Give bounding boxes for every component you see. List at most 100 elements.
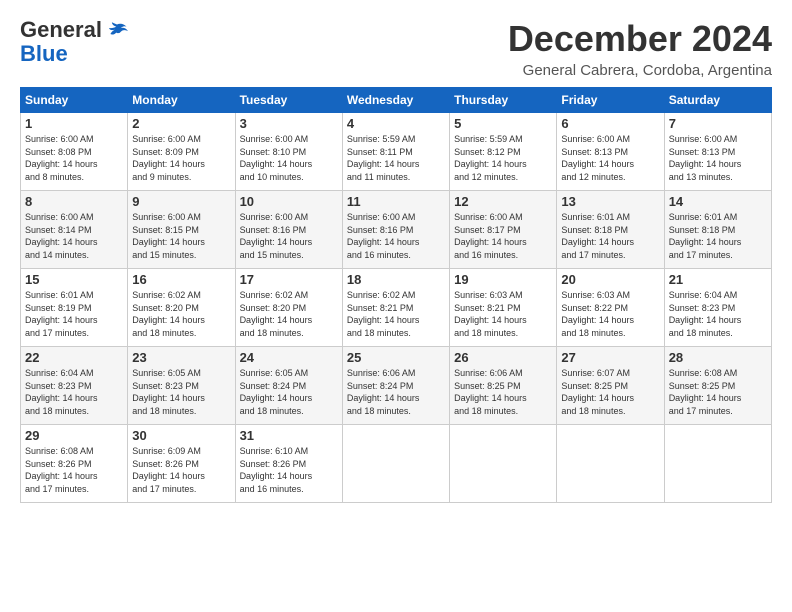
calendar-cell: 5Sunrise: 5:59 AM Sunset: 8:12 PM Daylig… <box>450 113 557 191</box>
calendar-cell: 8Sunrise: 6:00 AM Sunset: 8:14 PM Daylig… <box>21 191 128 269</box>
day-number: 16 <box>132 272 230 287</box>
day-number: 18 <box>347 272 445 287</box>
day-info: Sunrise: 6:05 AM Sunset: 8:24 PM Dayligh… <box>240 367 338 417</box>
calendar-cell: 2Sunrise: 6:00 AM Sunset: 8:09 PM Daylig… <box>128 113 235 191</box>
calendar-cell <box>557 425 664 503</box>
calendar-week-row: 1 Sunrise: 6:00 AM Sunset: 8:08 PM Daylig… <box>21 113 772 191</box>
calendar-cell: 6 Sunrise: 6:00 AM Sunset: 8:13 PM Daylig… <box>557 113 664 191</box>
day-number: 10 <box>240 194 338 209</box>
day-info: Sunrise: 6:05 AM Sunset: 8:23 PM Dayligh… <box>132 367 230 417</box>
day-info: Sunrise: 6:06 AM Sunset: 8:25 PM Dayligh… <box>454 367 552 417</box>
day-number: 4 <box>347 116 445 131</box>
calendar-cell: 31 Sunrise: 6:10 AM Sunset: 8:26 PM Dayli… <box>235 425 342 503</box>
day-info: Sunrise: 6:01 AM Sunset: 8:19 PM Dayligh… <box>25 289 123 339</box>
col-sunday: Sunday <box>21 88 128 113</box>
day-info: Sunrise: 6:07 AM Sunset: 8:25 PM Dayligh… <box>561 367 659 417</box>
day-info: Sunrise: 6:00 AM Sunset: 8:13 PM Dayligh… <box>669 133 767 183</box>
calendar-cell <box>342 425 449 503</box>
day-info: Sunrise: 6:01 AM Sunset: 8:18 PM Dayligh… <box>561 211 659 261</box>
day-number: 21 <box>669 272 767 287</box>
day-info: Sunrise: 6:00 AM Sunset: 8:14 PM Dayligh… <box>25 211 123 261</box>
calendar-cell <box>450 425 557 503</box>
page: General Blue December 2024 General Cabre… <box>0 0 792 513</box>
day-number: 19 <box>454 272 552 287</box>
calendar-cell: 10 Sunrise: 6:00 AM Sunset: 8:16 PM Dayli… <box>235 191 342 269</box>
calendar-cell: 16 Sunrise: 6:02 AM Sunset: 8:20 PM Dayli… <box>128 269 235 347</box>
calendar-week-row: 22 Sunrise: 6:04 AM Sunset: 8:23 PM Dayli… <box>21 347 772 425</box>
day-info: Sunrise: 6:00 AM Sunset: 8:13 PM Dayligh… <box>561 133 659 183</box>
day-info: Sunrise: 6:02 AM Sunset: 8:20 PM Dayligh… <box>132 289 230 339</box>
day-info: Sunrise: 6:06 AM Sunset: 8:24 PM Dayligh… <box>347 367 445 417</box>
logo-blue-text: Blue <box>20 41 68 66</box>
calendar-cell: 13 Sunrise: 6:01 AM Sunset: 8:18 PM Dayli… <box>557 191 664 269</box>
day-info: Sunrise: 6:02 AM Sunset: 8:20 PM Dayligh… <box>240 289 338 339</box>
day-number: 28 <box>669 350 767 365</box>
col-tuesday: Tuesday <box>235 88 342 113</box>
logo: General Blue <box>20 18 128 66</box>
calendar-cell: 3Sunrise: 6:00 AM Sunset: 8:10 PM Daylig… <box>235 113 342 191</box>
col-wednesday: Wednesday <box>342 88 449 113</box>
day-number: 17 <box>240 272 338 287</box>
calendar-cell: 26 Sunrise: 6:06 AM Sunset: 8:25 PM Dayli… <box>450 347 557 425</box>
day-number: 24 <box>240 350 338 365</box>
logo-bird-icon <box>106 19 128 41</box>
day-number: 20 <box>561 272 659 287</box>
calendar-cell: 14 Sunrise: 6:01 AM Sunset: 8:18 PM Dayli… <box>664 191 771 269</box>
day-info: Sunrise: 6:09 AM Sunset: 8:26 PM Dayligh… <box>132 445 230 495</box>
calendar-cell: 7 Sunrise: 6:00 AM Sunset: 8:13 PM Daylig… <box>664 113 771 191</box>
calendar-cell: 1 Sunrise: 6:00 AM Sunset: 8:08 PM Daylig… <box>21 113 128 191</box>
day-number: 1 <box>25 116 123 131</box>
calendar-header-row: Sunday Monday Tuesday Wednesday Thursday… <box>21 88 772 113</box>
col-thursday: Thursday <box>450 88 557 113</box>
day-number: 23 <box>132 350 230 365</box>
day-info: Sunrise: 6:00 AM Sunset: 8:08 PM Dayligh… <box>25 133 123 183</box>
calendar-cell: 4 Sunrise: 5:59 AM Sunset: 8:11 PM Daylig… <box>342 113 449 191</box>
calendar-cell: 20 Sunrise: 6:03 AM Sunset: 8:22 PM Dayli… <box>557 269 664 347</box>
day-info: Sunrise: 6:00 AM Sunset: 8:10 PM Dayligh… <box>240 133 338 183</box>
calendar-cell: 9Sunrise: 6:00 AM Sunset: 8:15 PM Daylig… <box>128 191 235 269</box>
calendar-cell: 21 Sunrise: 6:04 AM Sunset: 8:23 PM Dayli… <box>664 269 771 347</box>
col-saturday: Saturday <box>664 88 771 113</box>
calendar-cell: 28Sunrise: 6:08 AM Sunset: 8:25 PM Dayli… <box>664 347 771 425</box>
calendar-cell: 29Sunrise: 6:08 AM Sunset: 8:26 PM Dayli… <box>21 425 128 503</box>
day-info: Sunrise: 6:00 AM Sunset: 8:16 PM Dayligh… <box>240 211 338 261</box>
calendar-cell: 30 Sunrise: 6:09 AM Sunset: 8:26 PM Dayli… <box>128 425 235 503</box>
day-info: Sunrise: 6:04 AM Sunset: 8:23 PM Dayligh… <box>25 367 123 417</box>
day-number: 26 <box>454 350 552 365</box>
day-info: Sunrise: 5:59 AM Sunset: 8:11 PM Dayligh… <box>347 133 445 183</box>
day-number: 5 <box>454 116 552 131</box>
day-info: Sunrise: 6:03 AM Sunset: 8:22 PM Dayligh… <box>561 289 659 339</box>
day-number: 30 <box>132 428 230 443</box>
day-number: 13 <box>561 194 659 209</box>
day-number: 12 <box>454 194 552 209</box>
calendar-week-row: 8Sunrise: 6:00 AM Sunset: 8:14 PM Daylig… <box>21 191 772 269</box>
day-info: Sunrise: 6:02 AM Sunset: 8:21 PM Dayligh… <box>347 289 445 339</box>
day-number: 7 <box>669 116 767 131</box>
day-number: 6 <box>561 116 659 131</box>
day-info: Sunrise: 6:01 AM Sunset: 8:18 PM Dayligh… <box>669 211 767 261</box>
calendar-cell: 12Sunrise: 6:00 AM Sunset: 8:17 PM Dayli… <box>450 191 557 269</box>
calendar-cell: 27 Sunrise: 6:07 AM Sunset: 8:25 PM Dayli… <box>557 347 664 425</box>
col-friday: Friday <box>557 88 664 113</box>
calendar-cell <box>664 425 771 503</box>
day-number: 25 <box>347 350 445 365</box>
day-number: 31 <box>240 428 338 443</box>
day-info: Sunrise: 6:03 AM Sunset: 8:21 PM Dayligh… <box>454 289 552 339</box>
day-info: Sunrise: 6:04 AM Sunset: 8:23 PM Dayligh… <box>669 289 767 339</box>
calendar-week-row: 15Sunrise: 6:01 AM Sunset: 8:19 PM Dayli… <box>21 269 772 347</box>
day-info: Sunrise: 6:00 AM Sunset: 8:15 PM Dayligh… <box>132 211 230 261</box>
day-info: Sunrise: 6:10 AM Sunset: 8:26 PM Dayligh… <box>240 445 338 495</box>
calendar-week-row: 29Sunrise: 6:08 AM Sunset: 8:26 PM Dayli… <box>21 425 772 503</box>
header: General Blue December 2024 General Cabre… <box>20 18 772 79</box>
calendar-cell: 22 Sunrise: 6:04 AM Sunset: 8:23 PM Dayli… <box>21 347 128 425</box>
day-number: 14 <box>669 194 767 209</box>
day-info: Sunrise: 6:00 AM Sunset: 8:09 PM Dayligh… <box>132 133 230 183</box>
calendar-cell: 23 Sunrise: 6:05 AM Sunset: 8:23 PM Dayli… <box>128 347 235 425</box>
calendar-cell: 25 Sunrise: 6:06 AM Sunset: 8:24 PM Dayli… <box>342 347 449 425</box>
col-monday: Monday <box>128 88 235 113</box>
day-info: Sunrise: 6:00 AM Sunset: 8:16 PM Dayligh… <box>347 211 445 261</box>
day-number: 22 <box>25 350 123 365</box>
day-number: 27 <box>561 350 659 365</box>
calendar-cell: 15Sunrise: 6:01 AM Sunset: 8:19 PM Dayli… <box>21 269 128 347</box>
day-info: Sunrise: 6:08 AM Sunset: 8:26 PM Dayligh… <box>25 445 123 495</box>
